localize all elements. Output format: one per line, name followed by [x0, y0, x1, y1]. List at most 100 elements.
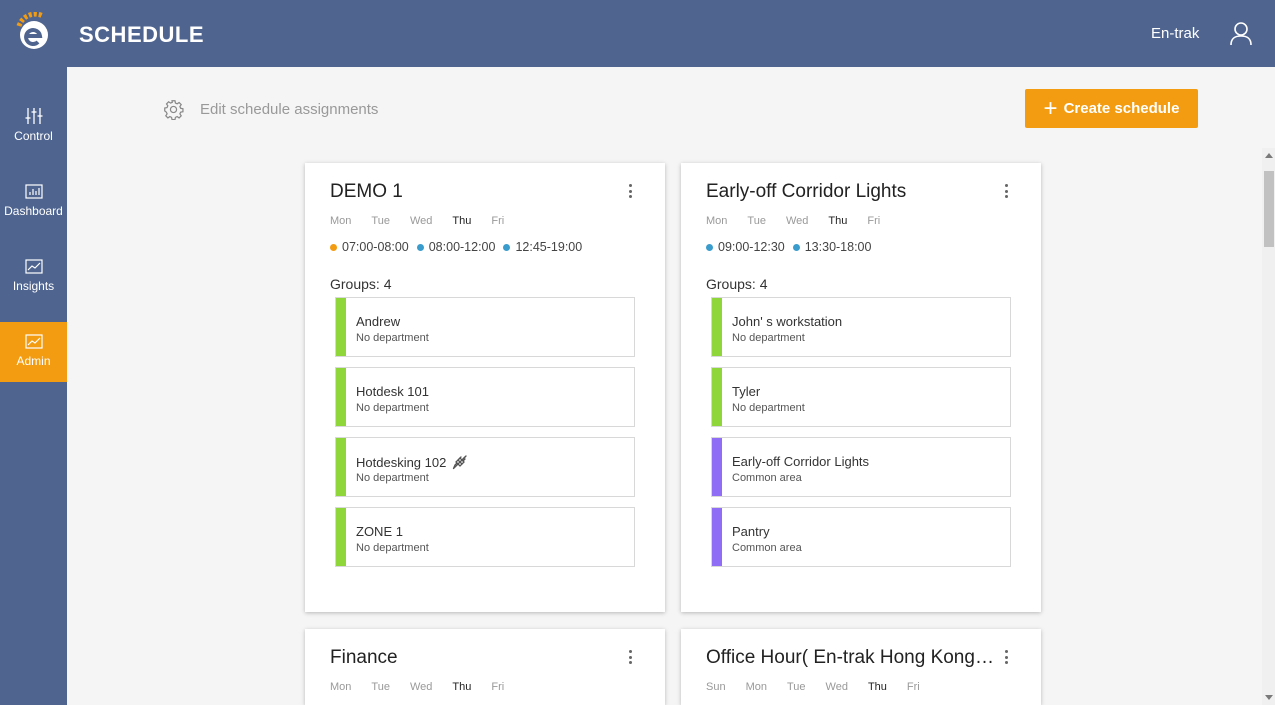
group-item[interactable]: Hotdesk 101 No department	[335, 367, 635, 427]
group-color-bar	[712, 508, 722, 566]
day-label: Tue	[747, 215, 766, 227]
dashboard-icon	[24, 184, 43, 199]
group-name: Pantry	[732, 524, 770, 539]
day-label: Mon	[330, 681, 352, 693]
time-slot: 13:30-18:00	[792, 240, 871, 254]
group-color-bar	[336, 368, 346, 426]
schedule-days: Sun Mon Tue Wed Thu Fri	[706, 681, 940, 693]
group-name: Early-off Corridor Lights	[732, 454, 869, 469]
group-name: Hotdesking 102	[356, 454, 468, 470]
group-name-text: Hotdesk 101	[356, 384, 429, 399]
create-schedule-button[interactable]: + Create schedule	[1025, 89, 1198, 128]
group-name-text: Andrew	[356, 314, 401, 329]
blue-dot-icon	[792, 243, 800, 251]
time-slot-label: 08:00-12:00	[428, 240, 496, 254]
time-slot-label: 12:45-19:00	[515, 240, 583, 254]
time-slots: 07:00-08:00 08:00-12:00 12:45-19:00	[330, 240, 590, 254]
group-color-bar	[712, 438, 722, 496]
group-name-text: Early-off Corridor Lights	[732, 454, 870, 469]
group-name: Tyler	[732, 384, 760, 399]
sidebar-item-label: Dashboard	[4, 204, 63, 218]
day-label-active: Thu	[867, 681, 887, 693]
schedule-days: Mon Tue Wed Thu Fri	[330, 215, 524, 227]
group-name: Hotdesk 101	[356, 384, 429, 399]
group-item[interactable]: Tyler No department	[711, 367, 1011, 427]
insights-chart-icon	[24, 259, 43, 274]
entrak-logo-icon[interactable]	[13, 12, 55, 54]
sidebar: Control Dashboard Insights Admin	[0, 67, 67, 705]
day-label: Fri	[491, 215, 505, 227]
group-name: Andrew	[356, 314, 400, 329]
unplug-icon	[453, 455, 467, 470]
group-item[interactable]: Andrew No department	[335, 297, 635, 357]
group-item[interactable]: Hotdesking 102 No department	[335, 437, 635, 497]
more-options-icon[interactable]	[625, 183, 635, 199]
sidebar-item-control[interactable]: Control	[0, 107, 67, 167]
group-name-text: John' s workstation	[732, 314, 843, 329]
group-item[interactable]: ZONE 1 No department	[335, 507, 635, 567]
group-color-bar	[336, 298, 346, 356]
group-department: No department	[732, 402, 805, 414]
schedule-card: Early-off Corridor Lights Mon Tue Wed Th…	[681, 163, 1041, 612]
time-slot-label: 07:00-08:00	[342, 240, 409, 254]
group-item[interactable]: Pantry Common area	[711, 507, 1011, 567]
group-name-text: ZONE 1	[356, 524, 403, 539]
top-bar: SCHEDULE En-trak	[0, 0, 1275, 67]
day-label: Tue	[371, 681, 390, 693]
time-slot: 07:00-08:00	[330, 240, 409, 254]
sidebar-item-insights[interactable]: Insights	[0, 259, 67, 319]
more-options-icon[interactable]	[1001, 183, 1011, 199]
scroll-down-arrow-icon[interactable]	[1265, 695, 1273, 700]
group-name: John' s workstation	[732, 314, 842, 329]
day-label: Tue	[371, 215, 390, 227]
user-icon[interactable]	[1230, 22, 1252, 46]
day-label: Tue	[786, 681, 806, 693]
page-title: SCHEDULE	[79, 22, 205, 47]
admin-icon	[24, 334, 43, 349]
blue-dot-icon	[503, 243, 511, 251]
group-department: No department	[732, 332, 805, 344]
day-label: Wed	[825, 681, 848, 693]
schedule-title: DEMO 1	[330, 181, 403, 202]
day-label: Wed	[409, 215, 433, 227]
sidebar-item-label: Insights	[12, 279, 55, 293]
day-label-active: Thu	[828, 215, 848, 227]
group-color-bar	[336, 438, 346, 496]
sidebar-item-admin[interactable]: Admin	[0, 322, 67, 382]
group-department: Common area	[732, 472, 802, 484]
blue-dot-icon	[416, 243, 424, 251]
scrollbar-thumb[interactable]	[1264, 171, 1274, 247]
org-name[interactable]: En-trak	[1151, 25, 1199, 42]
group-color-bar	[712, 368, 722, 426]
day-label: Mon	[745, 681, 767, 693]
schedule-title: Finance	[330, 647, 398, 668]
group-department: Common area	[732, 542, 802, 554]
sidebar-item-label: Control	[14, 129, 53, 143]
group-name-text: Tyler	[732, 384, 761, 399]
day-label: Wed	[785, 215, 809, 227]
group-name-text: Pantry	[732, 524, 770, 539]
day-label: Wed	[409, 681, 433, 693]
group-item[interactable]: John' s workstation No department	[711, 297, 1011, 357]
create-schedule-label: Create schedule	[1063, 100, 1180, 117]
more-options-icon[interactable]	[1001, 649, 1011, 665]
scroll-up-arrow-icon[interactable]	[1265, 153, 1273, 158]
group-department: No department	[356, 542, 429, 554]
time-slot-label: 09:00-12:30	[718, 240, 785, 254]
schedule-title: Office Hour( En-trak Hong Kong…	[706, 647, 994, 668]
day-label-active: Thu	[452, 215, 472, 227]
schedule-days: Mon Tue Wed Thu Fri	[706, 215, 900, 227]
sidebar-item-dashboard[interactable]: Dashboard	[0, 184, 67, 244]
sliders-icon	[25, 108, 42, 124]
time-slot: 08:00-12:00	[416, 240, 496, 254]
schedule-card: Finance Mon Tue Wed Thu Fri	[305, 629, 665, 705]
group-color-bar	[712, 298, 722, 356]
group-item[interactable]: Early-off Corridor Lights Common area	[711, 437, 1011, 497]
more-options-icon[interactable]	[625, 649, 635, 665]
group-name: ZONE 1	[356, 524, 403, 539]
edit-schedule-assignments-link[interactable]: Edit schedule assignments	[163, 97, 378, 121]
group-department: No department	[356, 332, 429, 344]
sidebar-item-label: Admin	[16, 354, 51, 368]
group-department: No department	[356, 402, 429, 414]
group-color-bar	[336, 508, 346, 566]
